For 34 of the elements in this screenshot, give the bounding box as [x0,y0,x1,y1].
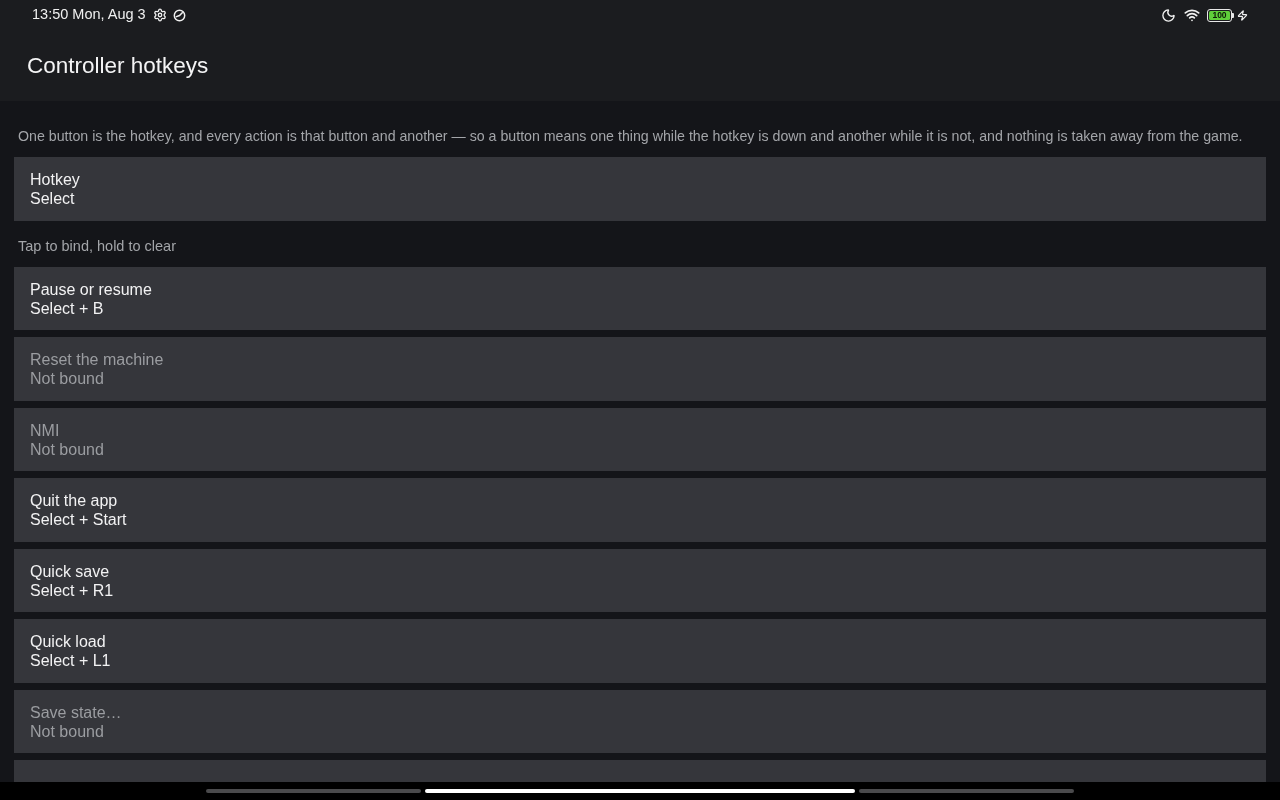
description-text: One button is the hotkey, and every action is that button and another — so a button means one thing while the hotkey is down and another while it is not, and nothing is taken away from the game. [18,128,1243,145]
action-binding: Select + R1 [30,580,114,600]
action-row[interactable]: Pause or resume Select + B [14,266,1266,330]
gesture-handle[interactable] [425,789,855,793]
action-row[interactable]: Quick load Select + L1 [14,619,1266,683]
action-binding: Not bound [30,439,104,459]
action-binding: Not bound [30,721,104,741]
action-row[interactable]: Quit the app Select + Start [14,478,1266,542]
battery-percent: 100 [1211,9,1228,21]
gesture-handle[interactable] [206,789,421,793]
action-title: Quit the app [30,491,118,510]
action-title: NMI [30,420,60,440]
action-row[interactable]: Quick save Select + R1 [14,548,1266,612]
action-title: Quick save [30,561,110,581]
gear-icon [152,8,167,22]
action-binding: Select + Start [30,510,127,529]
moon-icon [1161,7,1176,23]
action-title: Pause or resume [30,279,152,299]
action-title: Quick load [30,632,106,651]
charging-icon [1237,8,1248,22]
page-title: Controller hotkeys [27,51,209,80]
gesture-handle[interactable] [859,789,1074,793]
wifi-icon [1183,7,1201,23]
action-binding: Select + B [30,298,104,318]
hotkey-title: Hotkey [30,170,80,189]
hotkey-row[interactable]: Hotkey Select [14,157,1266,221]
action-title: Save state… [30,702,122,722]
circle-icon [172,8,186,22]
action-title: Reset the machine [30,350,164,369]
action-binding: Select + L1 [30,651,111,670]
hint-text: Tap to bind, hold to clear [18,237,176,255]
action-binding: Not bound [30,369,104,388]
hotkey-value: Select [30,189,75,208]
status-time: 13:50 Mon, Aug 3 [32,5,146,25]
